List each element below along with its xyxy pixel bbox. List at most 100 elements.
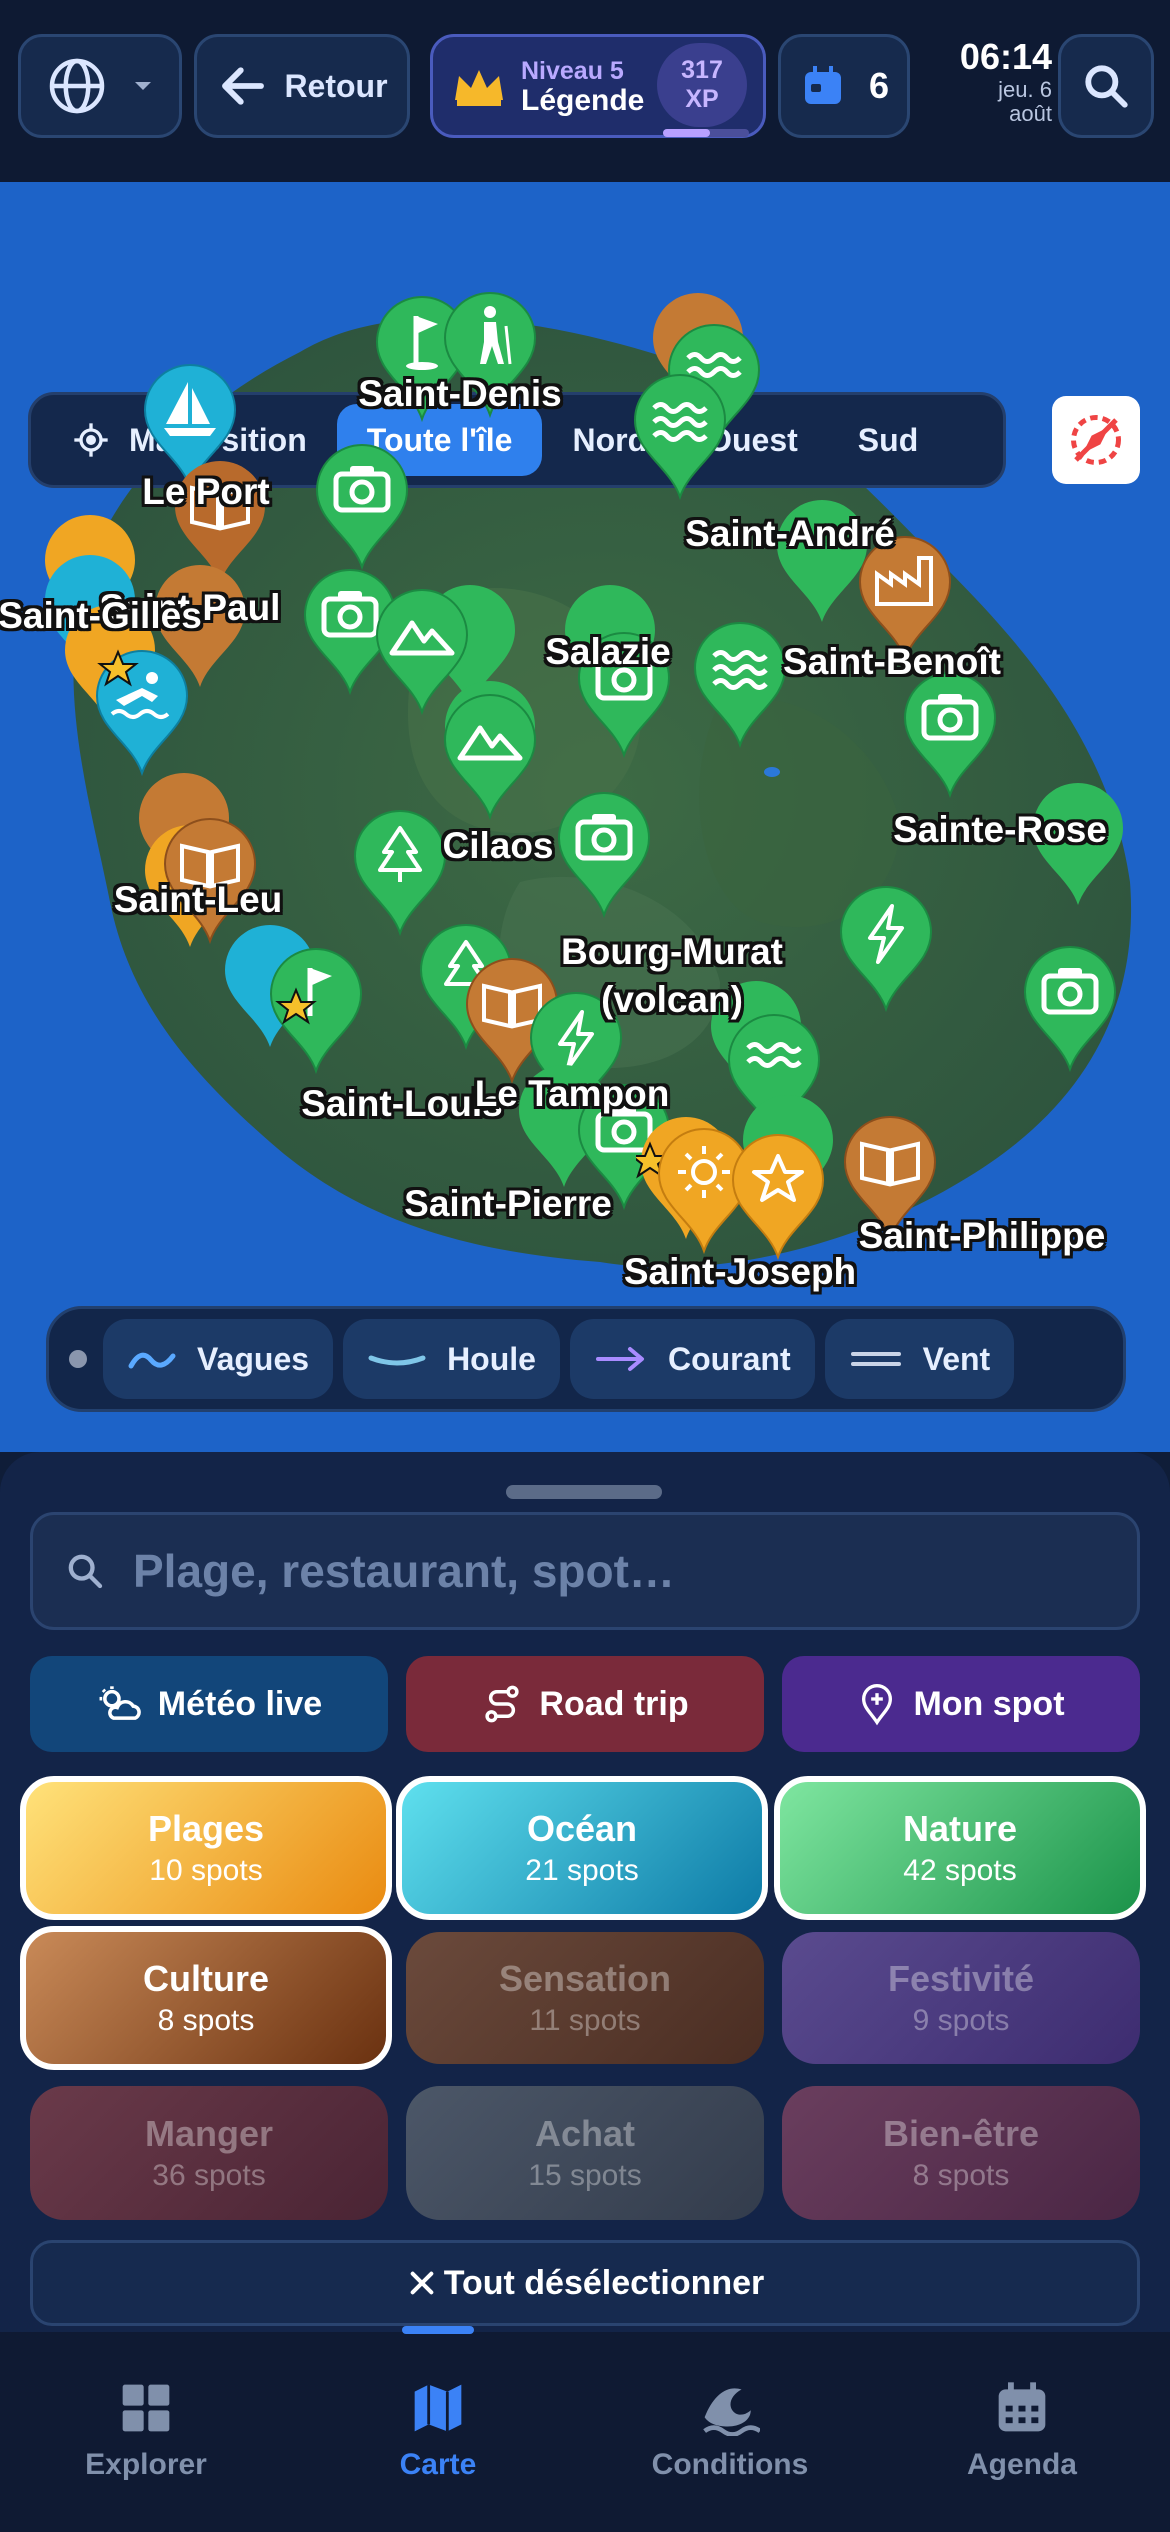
nav-explorer[interactable]: Explorer (36, 2380, 256, 2482)
my-spot-button[interactable]: Mon spot (782, 1656, 1140, 1752)
crosshair-icon (74, 423, 108, 457)
compass-button[interactable] (1052, 396, 1140, 484)
category-festivity[interactable]: Festivité 9 spots (782, 1932, 1140, 2064)
weather-live-button[interactable]: Météo live (30, 1656, 388, 1752)
chevron-down-icon (135, 82, 151, 90)
layer-current[interactable]: Courant (569, 1319, 815, 1399)
map-pin-nature[interactable] (630, 372, 730, 502)
category-beaches[interactable]: Plages 10 spots (20, 1776, 392, 1920)
grid-icon (122, 2384, 170, 2432)
back-button[interactable]: Retour (194, 34, 410, 138)
category-name: Festivité (887, 1958, 1035, 1999)
deselect-all-button[interactable]: Tout désélectionner (30, 2240, 1140, 2326)
map-pin-nature[interactable] (312, 442, 412, 572)
swell-icon (368, 1355, 426, 1366)
city-label: Salazie (545, 631, 671, 672)
category-count: 10 spots (149, 1854, 263, 1887)
city-label: Saint-Pierre (404, 1183, 612, 1224)
nav-conditions[interactable]: Conditions (620, 2380, 840, 2482)
search-input[interactable]: Plage, restaurant, spot… (30, 1512, 1140, 1630)
city-label: Saint-André (685, 513, 895, 554)
language-button[interactable] (18, 34, 182, 138)
category-count: 11 spots (529, 2004, 641, 2037)
category-name: Manger (144, 2113, 274, 2154)
map-icon (414, 2384, 462, 2432)
calendar-button[interactable]: 6 (778, 34, 910, 138)
city-label: Le Port (142, 471, 270, 512)
xp-circle: 317 XP (657, 43, 747, 127)
xp-unit: XP (685, 85, 719, 113)
layer-waves[interactable]: Vagues (103, 1319, 334, 1399)
rank-label: Légende (521, 84, 645, 117)
wind-icon (850, 1352, 901, 1366)
category-name: Plages (147, 1808, 265, 1849)
map-pin-nature[interactable] (900, 670, 1000, 800)
layer-label: Courant (667, 1340, 791, 1377)
category-count: 21 spots (525, 1854, 639, 1887)
xp-progress-track (663, 129, 749, 137)
nav-label: Explorer (85, 2448, 207, 2481)
sheet-handle[interactable] (506, 1485, 662, 1499)
category-culture[interactable]: Culture 8 spots (20, 1926, 392, 2070)
road-trip-label: Road trip (539, 1684, 689, 1723)
map-pin-nature[interactable] (690, 620, 790, 750)
map-pin-beach[interactable] (728, 1132, 828, 1262)
wave-icon (128, 1352, 176, 1369)
wave-icon (703, 2388, 760, 2436)
search-icon (1085, 65, 1128, 108)
search-button[interactable] (1058, 34, 1154, 138)
road-trip-button[interactable]: Road trip (406, 1656, 764, 1752)
nav-label: Conditions (651, 2448, 809, 2481)
map-pin-nature[interactable] (350, 808, 450, 938)
city-label: Saint-Denis (358, 373, 562, 414)
my-spot-label: Mon spot (913, 1684, 1065, 1723)
layers-dot (69, 1350, 87, 1368)
map-pin-nature[interactable] (554, 790, 654, 920)
nav-map[interactable]: Carte (328, 2380, 548, 2482)
category-ocean[interactable]: Océan 21 spots (396, 1776, 768, 1920)
map-pin-nature[interactable] (836, 884, 936, 1014)
nav-agenda[interactable]: Agenda (912, 2380, 1132, 2482)
calendar-icon (998, 2382, 1046, 2432)
layer-label: Vent (922, 1340, 991, 1377)
map-pin-nature-featured[interactable] (266, 946, 366, 1076)
arrow-right-icon (595, 1347, 644, 1371)
map-pin-nature[interactable] (440, 692, 540, 822)
city-label: Saint-Benoît (783, 641, 1001, 682)
category-name: Océan (526, 1808, 638, 1849)
layer-label: Houle (447, 1340, 536, 1377)
arrow-left-icon (222, 67, 265, 105)
calendar-count: 6 (868, 65, 890, 106)
level-badge[interactable]: Niveau 5 Légende 317 XP (430, 34, 766, 138)
category-count: 42 spots (903, 1854, 1017, 1887)
layer-label: Vagues (197, 1340, 310, 1377)
back-label: Retour (284, 67, 388, 104)
category-nature[interactable]: Nature 42 spots (774, 1776, 1146, 1920)
category-name: Sensation (498, 1958, 672, 1999)
map-pin-ocean-featured[interactable] (92, 648, 192, 778)
city-label: Saint-Leu (113, 879, 283, 920)
compass-off-icon (1071, 415, 1121, 465)
category-wellness[interactable]: Bien-être 8 spots (782, 2086, 1140, 2220)
close-icon (410, 2271, 434, 2295)
xp-progress-fill (663, 129, 711, 137)
category-count: 36 spots (152, 2159, 266, 2192)
top-bar: Retour Niveau 5 Légende 317 XP 6 06:14 j… (0, 0, 1170, 182)
category-eat[interactable]: Manger 36 spots (30, 2086, 388, 2220)
category-sensation[interactable]: Sensation 11 spots (406, 1932, 764, 2064)
clock-date-month: août (1009, 101, 1052, 126)
category-shopping[interactable]: Achat 15 spots (406, 2086, 764, 2220)
search-icon (68, 1554, 103, 1589)
layer-swell[interactable]: Houle (343, 1319, 560, 1399)
city-label: Saint-Louis (301, 1083, 503, 1124)
category-name: Nature (902, 1808, 1018, 1849)
city-label: Cilaos (442, 825, 554, 866)
region-south[interactable]: Sud (828, 404, 948, 476)
map[interactable]: Ma position Toute l'île Nord Ouest Sud S… (0, 182, 1170, 1452)
category-name: Bien-être (882, 2113, 1040, 2154)
map-pin-nature[interactable] (1020, 944, 1120, 1074)
nav-label: Carte (399, 2448, 477, 2481)
city-label: Bourg-Murat (561, 931, 783, 972)
layer-wind[interactable]: Vent (824, 1319, 1015, 1399)
category-name: Achat (534, 2113, 636, 2154)
